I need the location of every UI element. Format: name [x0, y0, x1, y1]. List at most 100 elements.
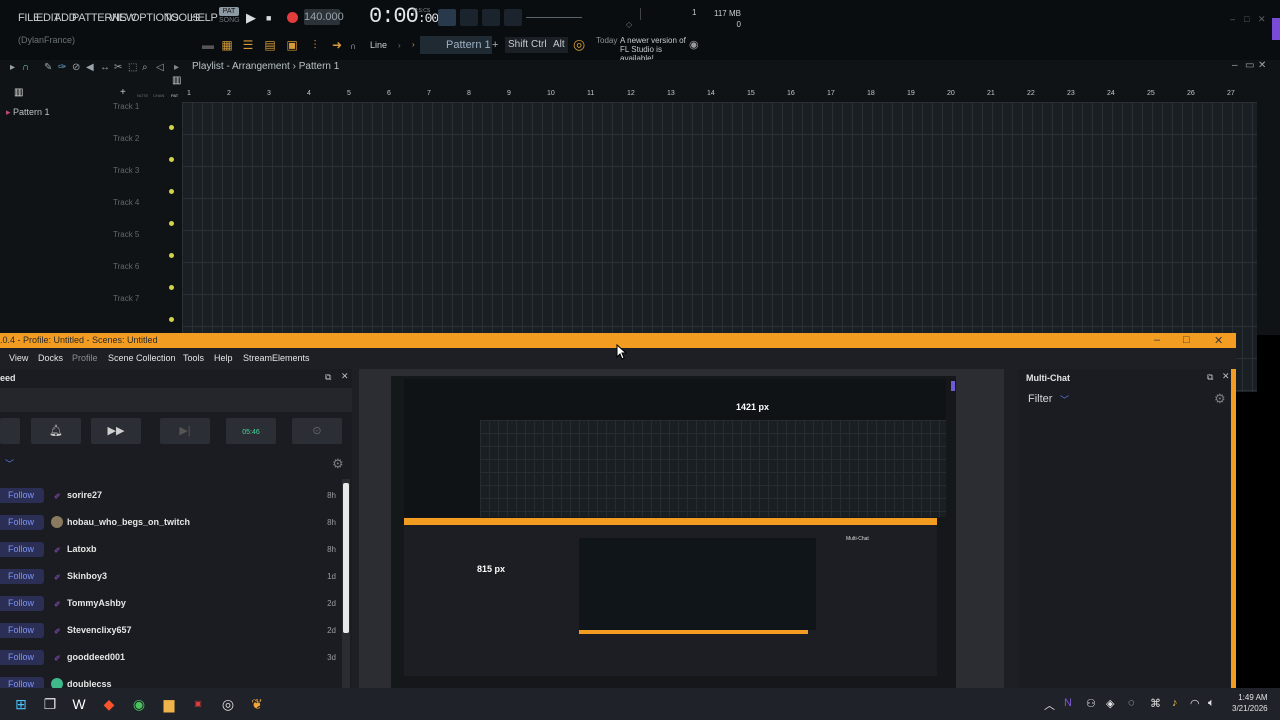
delete-icon[interactable]: ⊘ — [72, 62, 80, 73]
brave-icon[interactable]: ◆ — [100, 695, 118, 713]
countdown-icon[interactable] — [504, 9, 522, 26]
piano-roll-icon[interactable]: ☰ — [240, 38, 256, 53]
tray-chevron-icon[interactable]: ︿ — [1044, 697, 1055, 713]
feed-alert-bell-icon[interactable]: 🔔︎ — [31, 418, 81, 444]
track-mute-dot[interactable] — [169, 253, 174, 258]
feed-undock-icon[interactable]: ⧉ — [325, 372, 331, 383]
track-label[interactable]: Track 5 — [113, 230, 139, 239]
arrow-icon[interactable]: ➜ — [329, 38, 345, 53]
app-w-icon[interactable]: W — [70, 695, 88, 713]
playlist-close-icon[interactable]: ✕ — [1258, 60, 1266, 71]
file-explorer-icon[interactable]: ▆ — [160, 695, 178, 713]
follower-name[interactable]: sorire27 — [67, 490, 102, 500]
system-clock[interactable]: 1:49 AM 3/21/2026 — [1232, 692, 1268, 714]
follower-name[interactable]: hobau_who_begs_on_twitch — [67, 517, 190, 527]
feed-pause-icon[interactable]: ⊙ — [292, 418, 342, 444]
slice-icon[interactable]: ✂ — [114, 62, 122, 73]
wait-record-icon[interactable] — [482, 9, 500, 26]
magnet-icon[interactable]: ∩ — [350, 41, 356, 51]
brush-icon[interactable]: ✑ — [58, 62, 66, 73]
follower-name[interactable]: Stevenclixy657 — [67, 625, 132, 635]
fl-logo-icon[interactable]: ◉ — [689, 38, 699, 51]
zoom-icon[interactable]: ⌕ — [142, 62, 148, 73]
feed-skip-icon[interactable]: ▶▶ — [91, 418, 141, 444]
menu-help[interactable]: HELP — [190, 12, 218, 24]
ctrl-button[interactable]: Ctrl — [528, 37, 550, 53]
record-icon[interactable] — [287, 12, 298, 23]
filter-chevron-icon[interactable]: ﹀ — [1060, 393, 1069, 406]
tempo-field[interactable]: 140.000 — [304, 9, 344, 25]
obs-menu-streamelements[interactable]: StreamElements — [243, 353, 310, 363]
add-pattern-button[interactable]: + — [492, 36, 502, 54]
grid-icon[interactable]: ▥ — [172, 75, 181, 86]
follower-name[interactable]: Skinboy3 — [67, 571, 107, 581]
follower-name[interactable]: Latoxb — [67, 544, 97, 554]
channel-rack-icon[interactable]: ▤ — [262, 38, 278, 53]
plugin-picker-icon[interactable]: ⫶ — [307, 38, 323, 53]
pat-song-toggle[interactable]: PAT SONG — [219, 7, 240, 25]
track-label[interactable]: Track 7 — [113, 294, 139, 303]
feed-next-icon[interactable]: ▶| — [160, 418, 210, 444]
fl-minimize-icon[interactable]: – — [1230, 14, 1235, 24]
master-volume-slider[interactable] — [526, 17, 582, 18]
stream-app-icon[interactable]: ▣ — [189, 695, 207, 713]
playlist-maximize-icon[interactable]: ▭ — [1245, 60, 1254, 71]
follower-name[interactable]: gooddeed001 — [67, 652, 125, 662]
online-news-icon[interactable]: ◎ — [573, 36, 585, 53]
obs-menu-docks[interactable]: Docks — [38, 353, 63, 363]
fl-close-icon[interactable]: ✕ — [1258, 14, 1266, 25]
playlist-icon[interactable]: ▦ — [219, 38, 235, 53]
tray-n-icon[interactable]: N — [1064, 697, 1072, 709]
obs-close-icon[interactable]: ✕ — [1214, 334, 1223, 347]
slip-icon[interactable]: ↔ — [100, 62, 110, 73]
feed-close-icon[interactable]: ✕ — [341, 371, 349, 382]
task-view-icon[interactable]: ❐ — [41, 695, 59, 713]
select-icon[interactable]: ⬚ — [128, 62, 137, 73]
track-label[interactable]: Track 2 — [113, 134, 139, 143]
multichat-filter[interactable]: Filter — [1028, 393, 1052, 405]
timeline-ruler[interactable]: 1 2 3 4 5 6 7 8 9 10 11 12 13 14 15 16 1… — [182, 90, 1257, 101]
obs-menu-tools[interactable]: Tools — [183, 353, 204, 363]
track-label[interactable]: Track 4 — [113, 198, 139, 207]
obs-menu-scene-collection[interactable]: Scene Collection — [108, 353, 176, 363]
tray-app2-icon[interactable]: ◌ — [1128, 697, 1135, 709]
track-mute-dot[interactable] — [169, 125, 174, 130]
recent-icon[interactable]: ▬ — [200, 38, 216, 53]
tray-network-share-icon[interactable]: ⌘ — [1150, 697, 1161, 710]
obs-maximize-icon[interactable]: □ — [1183, 334, 1190, 346]
track-label[interactable]: Track 6 — [113, 262, 139, 271]
playlist-menu-arrow-icon[interactable]: ▸ — [10, 62, 15, 73]
track-label[interactable]: Track 1 — [113, 102, 139, 111]
obs-menu-help[interactable]: Help — [214, 353, 233, 363]
track-label[interactable]: Track 3 — [113, 166, 139, 175]
pencil-icon[interactable]: ✎ — [44, 62, 52, 73]
volume-icon[interactable]: 🔈︎ — [1208, 697, 1215, 710]
obs-menu-view[interactable]: View — [9, 353, 28, 363]
multichat-gear-icon[interactable]: ⚙ — [1214, 391, 1226, 407]
step-edit-icon[interactable] — [460, 9, 478, 26]
follower-name[interactable]: doublecss — [67, 679, 112, 688]
picker-icon[interactable]: ▥ — [14, 87, 23, 98]
feed-scroll-thumb[interactable] — [343, 483, 349, 633]
obs-minimize-icon[interactable]: – — [1154, 334, 1160, 346]
playlist-minimize-icon[interactable]: – — [1232, 60, 1238, 71]
pitch-knob-icon[interactable]: ◇ — [626, 20, 632, 29]
metronome-icon[interactable] — [438, 9, 456, 26]
chrome-icon[interactable]: ◉ — [130, 695, 148, 713]
snap-arrow-icon[interactable]: › — [398, 41, 401, 50]
alt-button[interactable]: Alt — [550, 37, 568, 53]
pattern-selector[interactable]: Pattern 1 — [420, 36, 492, 54]
play-icon[interactable]: ▶ — [246, 10, 256, 26]
track-mute-dot[interactable] — [169, 189, 174, 194]
start-icon[interactable]: ⊞ — [12, 695, 30, 713]
tray-mic-icon[interactable]: ♪ — [1172, 697, 1178, 709]
multichat-close-icon[interactable]: ✕ — [1222, 371, 1230, 382]
feed-control-button[interactable] — [0, 418, 20, 444]
feed-settings-gear-icon[interactable]: ⚙ — [332, 456, 344, 472]
obs-menu-profile[interactable]: Profile — [72, 353, 98, 363]
magnet-icon[interactable]: ∩ — [22, 62, 29, 73]
tray-steam-icon[interactable]: ◈ — [1106, 697, 1114, 710]
snap-select[interactable]: Line — [370, 40, 387, 50]
track-mute-dot[interactable] — [169, 285, 174, 290]
stop-icon[interactable]: ■ — [266, 13, 271, 23]
